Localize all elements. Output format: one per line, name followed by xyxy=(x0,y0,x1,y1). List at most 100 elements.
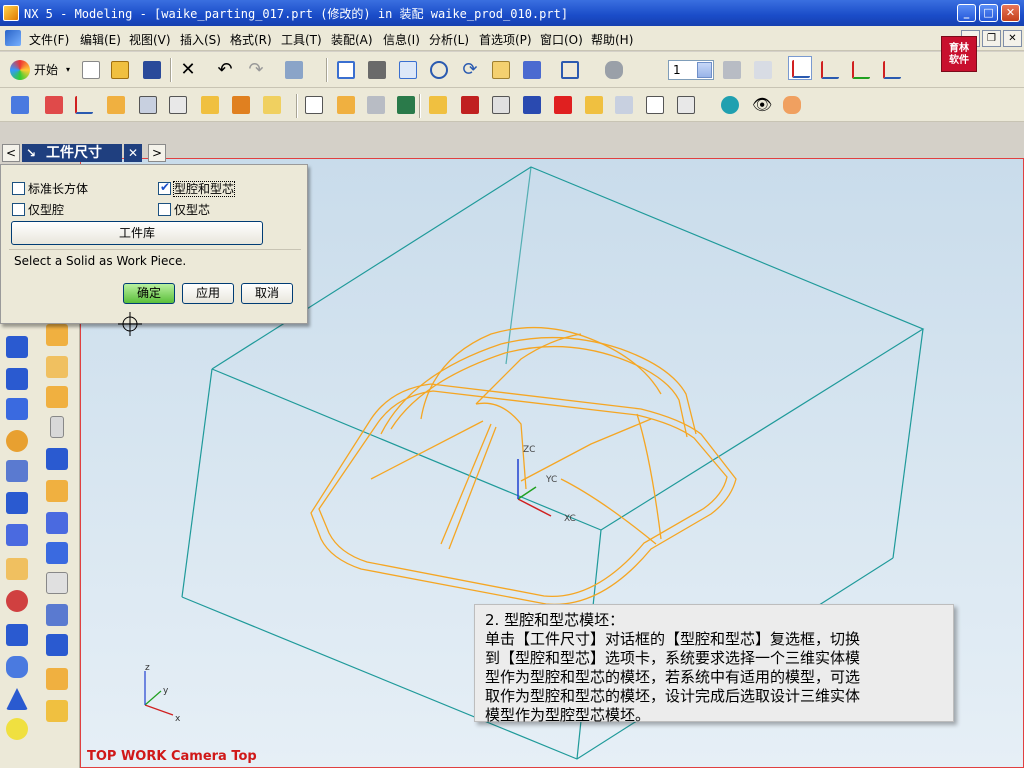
checkbox-box[interactable] xyxy=(158,203,171,216)
menu-analysis[interactable]: 分析(L) xyxy=(429,31,469,48)
maximize-button[interactable]: □ xyxy=(979,4,998,22)
rail-tool-icon[interactable] xyxy=(6,524,28,546)
rail-tool-icon[interactable] xyxy=(6,656,28,678)
rotate-button[interactable]: ⟳ xyxy=(458,58,482,82)
gate-button[interactable] xyxy=(458,93,482,117)
rail-tool-icon[interactable] xyxy=(46,480,68,502)
menu-format[interactable]: 格式(R) xyxy=(230,31,272,48)
project-init-button[interactable] xyxy=(8,93,32,117)
rail-tool-icon[interactable] xyxy=(6,398,28,420)
rail-tool-icon[interactable] xyxy=(6,688,28,710)
pan-button[interactable] xyxy=(489,58,513,82)
runner-button[interactable] xyxy=(489,93,513,117)
save-button[interactable] xyxy=(140,58,164,82)
cavity-only-checkbox[interactable]: 仅型腔 xyxy=(12,201,64,218)
rail-tool-icon[interactable] xyxy=(46,542,68,564)
menu-assembly[interactable]: 装配(A) xyxy=(331,31,373,48)
rail-tool-icon[interactable] xyxy=(46,356,68,378)
rail-tool-icon[interactable] xyxy=(6,460,28,482)
rail-tool-icon[interactable] xyxy=(6,590,28,612)
ejector-post-button[interactable] xyxy=(364,93,388,117)
close-button[interactable]: ✕ xyxy=(1001,4,1020,22)
open-button[interactable] xyxy=(108,58,132,82)
wcs-origin-button[interactable] xyxy=(818,58,842,82)
rail-tool-icon[interactable] xyxy=(46,604,68,626)
rail-tool-icon[interactable] xyxy=(46,386,68,408)
rail-tool-icon[interactable] xyxy=(6,336,28,358)
tab-scroll-right-button[interactable]: > xyxy=(148,144,166,162)
mold-csys-button[interactable] xyxy=(42,93,66,117)
zoom-window-button[interactable] xyxy=(365,58,389,82)
rail-tool-icon[interactable] xyxy=(46,324,68,346)
move-to-layer-button[interactable] xyxy=(751,58,775,82)
layout-button[interactable] xyxy=(136,93,160,117)
zoom-button[interactable] xyxy=(396,58,420,82)
rail-tool-icon[interactable] xyxy=(50,416,64,438)
orient-view-button[interactable] xyxy=(558,58,582,82)
cavity-core-checkbox[interactable]: 型腔和型芯 xyxy=(158,180,236,197)
workpiece-library-button[interactable]: 工件库 xyxy=(11,221,263,245)
trim-button[interactable] xyxy=(582,93,606,117)
checkbox-box[interactable] xyxy=(12,203,25,216)
rail-tool-icon[interactable] xyxy=(46,448,68,470)
tab-scroll-left-button[interactable]: < xyxy=(2,144,20,162)
family-mold-button[interactable] xyxy=(166,93,190,117)
wcs-orient-button[interactable] xyxy=(880,58,904,82)
menu-window[interactable]: 窗口(O) xyxy=(540,31,583,48)
document-icon[interactable] xyxy=(5,30,21,46)
cooling-button[interactable] xyxy=(520,93,544,117)
doc-close-button[interactable]: ✕ xyxy=(1003,30,1022,47)
new-file-button[interactable] xyxy=(79,58,103,82)
menu-view[interactable]: 视图(V) xyxy=(129,31,171,48)
menu-edit[interactable]: 编辑(E) xyxy=(80,31,121,48)
nx-app-icon[interactable] xyxy=(3,5,19,21)
magnify-button[interactable] xyxy=(427,58,451,82)
delete-button[interactable]: ✕ xyxy=(176,58,200,82)
standard-parts-button[interactable] xyxy=(302,93,326,117)
menu-insert[interactable]: 插入(S) xyxy=(180,31,221,48)
perspective-button[interactable] xyxy=(520,58,544,82)
view-manager-button[interactable]: 👁 xyxy=(749,93,773,117)
rail-tool-icon[interactable] xyxy=(46,512,68,534)
rail-tool-icon[interactable] xyxy=(6,368,28,390)
pocket-button[interactable] xyxy=(612,93,636,117)
sub-insert-button[interactable] xyxy=(426,93,450,117)
standard-block-checkbox[interactable]: 标准长方体 xyxy=(12,180,88,197)
tab-workpiece-size[interactable]: ↘ 工件尺寸 xyxy=(22,144,122,162)
rail-tool-icon[interactable] xyxy=(6,558,28,580)
drawing-button[interactable] xyxy=(674,93,698,117)
core-only-checkbox[interactable]: 仅型芯 xyxy=(158,201,210,218)
rail-tool-icon[interactable] xyxy=(46,700,68,722)
slider-lifter-button[interactable] xyxy=(394,93,418,117)
menu-help[interactable]: 帮助(H) xyxy=(591,31,633,48)
wcs-dynamics-button[interactable] xyxy=(788,56,812,80)
cancel-button[interactable]: 取消 xyxy=(241,283,293,304)
doc-restore-button[interactable]: ❐ xyxy=(982,30,1001,47)
checkbox-box[interactable] xyxy=(12,182,25,195)
ejector-pin-button[interactable] xyxy=(334,93,358,117)
menu-preferences[interactable]: 首选项(P) xyxy=(479,31,532,48)
rail-tool-icon[interactable] xyxy=(6,718,28,740)
redo-button[interactable]: ↷ xyxy=(244,58,268,82)
bill-of-material-button[interactable] xyxy=(643,93,667,117)
tab-close-button[interactable]: ✕ xyxy=(124,144,142,162)
ok-button[interactable]: 确定 xyxy=(123,283,175,304)
checkbox-box-checked[interactable] xyxy=(158,180,171,195)
apply-button[interactable]: 应用 xyxy=(182,283,234,304)
delete-files-button[interactable] xyxy=(780,93,804,117)
render-style-button[interactable] xyxy=(602,58,626,82)
rail-tool-icon[interactable] xyxy=(46,572,68,594)
rail-tool-icon[interactable] xyxy=(46,634,68,656)
start-button[interactable]: 开始 ▾ xyxy=(8,58,72,82)
part-list-button[interactable] xyxy=(718,93,742,117)
layer-settings-button[interactable] xyxy=(720,58,744,82)
menu-info[interactable]: 信息(I) xyxy=(383,31,420,48)
minimize-button[interactable]: _ xyxy=(957,4,976,22)
parting-button[interactable] xyxy=(229,93,253,117)
rail-tool-icon[interactable] xyxy=(6,492,28,514)
rail-tool-icon[interactable] xyxy=(6,624,28,646)
menu-tools[interactable]: 工具(T) xyxy=(281,31,322,48)
rail-tool-icon[interactable] xyxy=(46,668,68,690)
work-layer-select[interactable]: 1 xyxy=(668,60,714,80)
selection-filter-button[interactable] xyxy=(282,58,306,82)
